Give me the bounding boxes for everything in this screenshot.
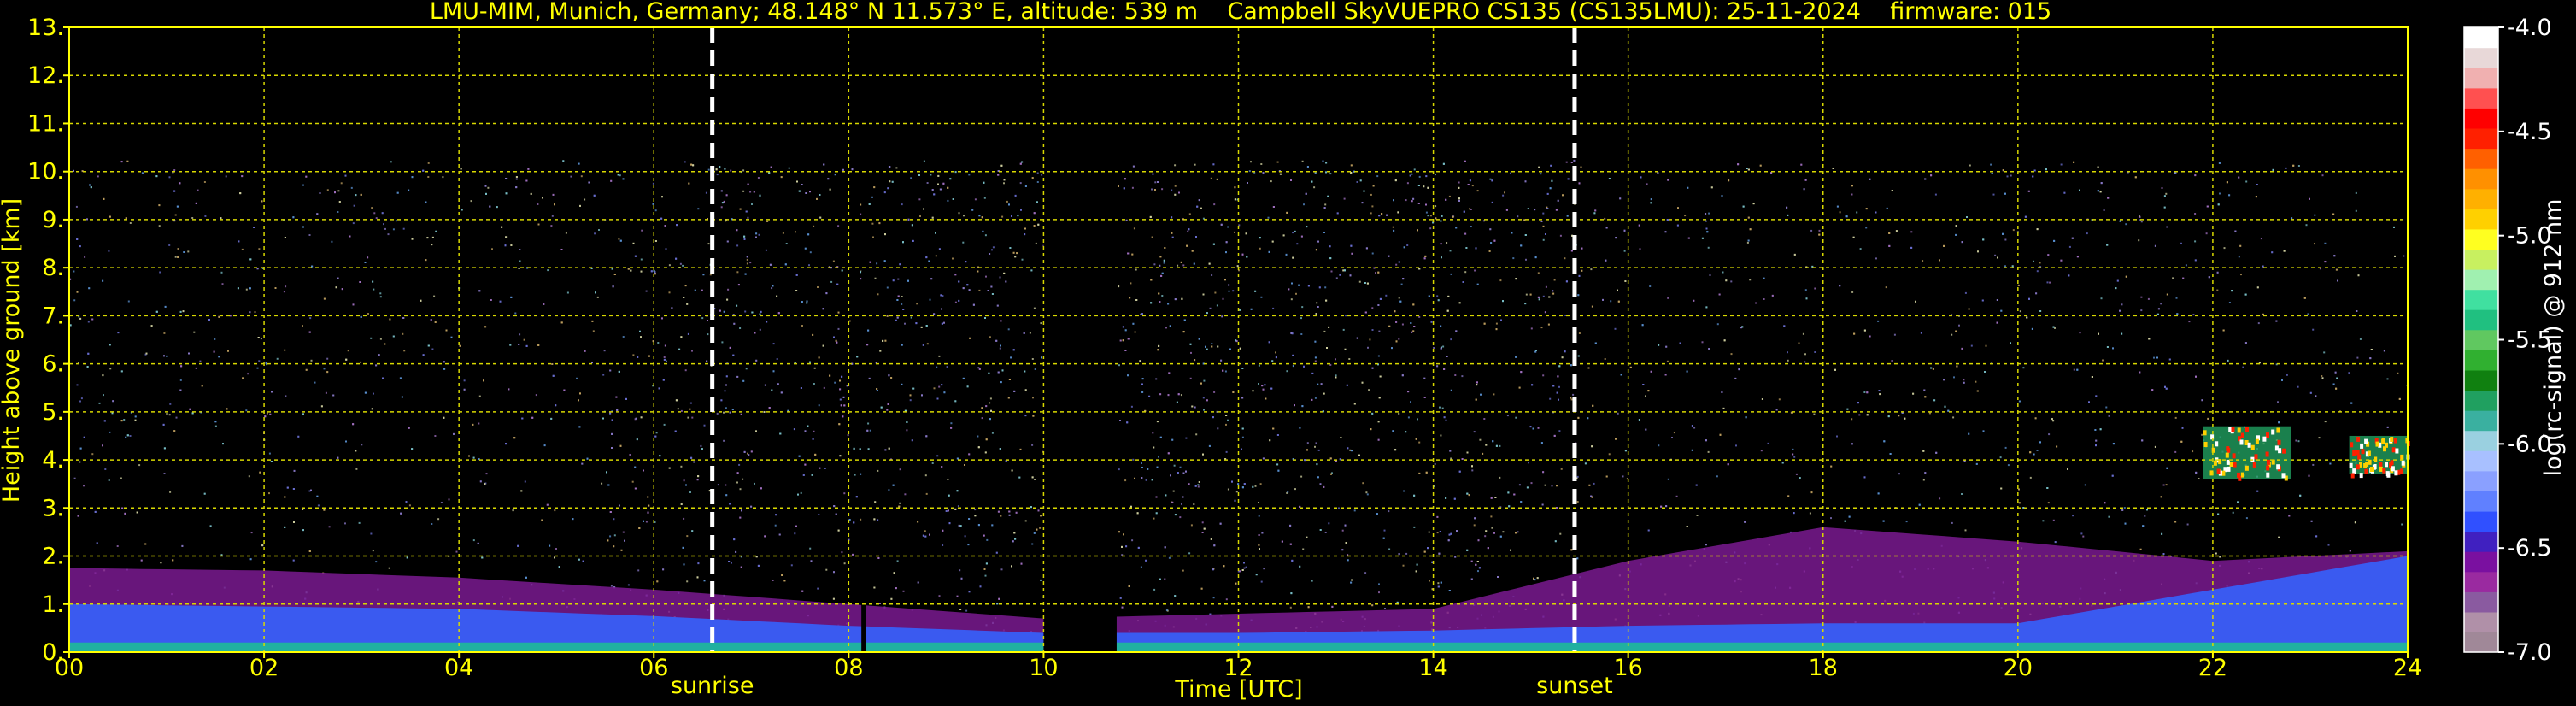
colorbar-tick-label: -4.5 (2507, 119, 2552, 145)
y-tick-label: 5. (42, 399, 64, 426)
y-tick-label: 0. (42, 639, 64, 666)
x-tick-label: 02 (249, 655, 279, 681)
y-tick-label: 3. (42, 495, 64, 521)
colorbar-segment (2464, 309, 2498, 331)
colorbar-segment (2464, 632, 2498, 653)
x-tick-label: 18 (1809, 655, 1838, 681)
y-tick-label: 12. (27, 62, 64, 89)
y-tick-label: 2. (42, 544, 64, 570)
colorbar-segment (2464, 47, 2498, 68)
cloud (2203, 426, 2291, 481)
colorbar-segment (2464, 87, 2498, 109)
y-tick-label: 11. (27, 110, 64, 137)
colorbar-tick-label: -6.5 (2507, 535, 2552, 562)
colorbar-segment (2464, 289, 2498, 310)
x-tick-label: 04 (444, 655, 473, 681)
annotation-label: sunset (1536, 673, 1613, 699)
x-tick-label: 08 (834, 655, 863, 681)
colorbar-segment (2464, 188, 2498, 209)
x-tick-label: 20 (2004, 655, 2033, 681)
chart-title: LMU-MIM, Munich, Germany; 48.148° N 11.5… (430, 0, 2051, 25)
y-tick-label: 9. (42, 207, 64, 233)
colorbar-segment (2464, 470, 2498, 491)
colorbar-segment (2464, 350, 2498, 371)
x-tick-label: 16 (1613, 655, 1642, 681)
colorbar-tick-label: -4.0 (2507, 15, 2552, 41)
ceilometer-chart: sunrise sunset 00 02 04 06 08 10 12 14 16 18 20 22 24… (0, 0, 2576, 706)
y-tick-label: 1. (42, 591, 64, 618)
colorbar-segment (2464, 108, 2498, 129)
x-tick-label: 22 (2198, 655, 2227, 681)
colorbar-segment (2464, 551, 2498, 573)
cloud (2349, 435, 2410, 479)
x-tick-label: 14 (1418, 655, 1447, 681)
colorbar-segment (2464, 249, 2498, 270)
colorbar-segment (2464, 491, 2498, 512)
colorbar-segment (2464, 127, 2498, 150)
colorbar-segment (2464, 269, 2498, 291)
colorbar-segment (2464, 27, 2498, 49)
y-tick-label: 4. (42, 447, 64, 474)
colorbar-segment (2464, 329, 2498, 350)
x-tick-label: 10 (1029, 655, 1058, 681)
y-tick-label: 8. (42, 255, 64, 281)
colorbar-segment (2464, 148, 2498, 169)
colorbar-tick-label: -7.0 (2507, 639, 2552, 666)
colorbar-segment (2464, 450, 2498, 472)
colorbar-segment (2464, 531, 2498, 552)
colorbar-label: log(rc-signal) @ 912 nm (2540, 199, 2567, 477)
y-tick-label: 7. (42, 303, 64, 329)
x-tick-label: 24 (2393, 655, 2422, 681)
y-tick-label: 6. (42, 351, 64, 378)
colorbar-segment (2464, 430, 2498, 451)
colorbar-segment (2464, 390, 2498, 411)
annotation-label: sunrise (671, 673, 754, 699)
colorbar-segment (2464, 571, 2498, 592)
data-gap (1043, 27, 1117, 652)
colorbar-segment (2464, 168, 2498, 190)
y-axis-label: Height above ground [km] (0, 198, 25, 503)
x-axis-label: Time [UTC] (1174, 676, 1302, 703)
colorbar-segment (2464, 68, 2498, 89)
colorbar-segment (2464, 209, 2498, 230)
y-tick-label: 10. (27, 159, 64, 185)
colorbar-segment (2464, 591, 2498, 613)
colorbar-segment (2464, 410, 2498, 432)
colorbar-segment (2464, 228, 2498, 250)
colorbar-segment (2464, 510, 2498, 532)
data-gap (861, 27, 866, 652)
colorbar-segment (2464, 611, 2498, 632)
colorbar-segment (2464, 369, 2498, 391)
x-tick-label: 06 (639, 655, 668, 681)
y-tick-label: 13. (27, 15, 64, 41)
